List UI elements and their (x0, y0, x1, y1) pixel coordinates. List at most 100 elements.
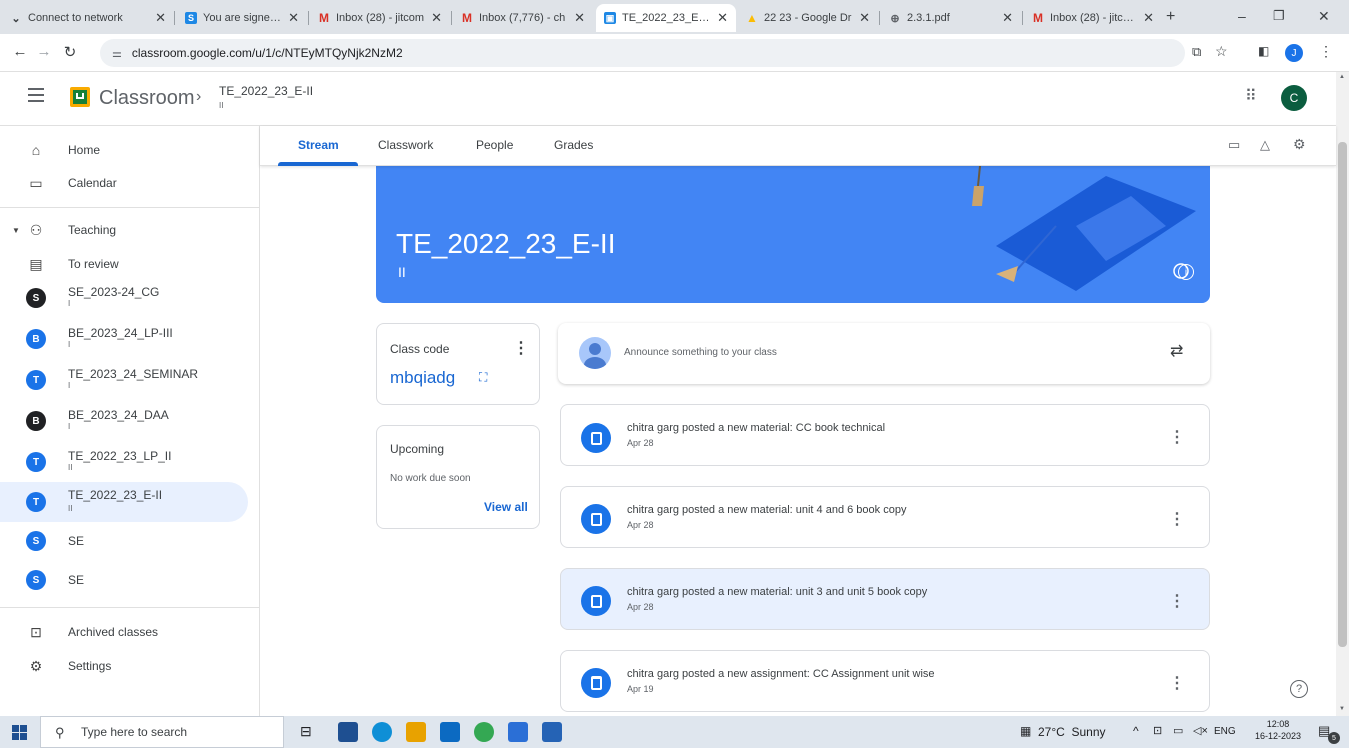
stream-post[interactable]: chitra garg posted a new assignment: CC … (560, 650, 1210, 712)
sidebar-class-item[interactable]: T TE_2022_23_LP_II II (0, 444, 248, 480)
view-all-link[interactable]: View all (484, 500, 528, 514)
browser-tab[interactable]: ⌄ Connect to network ✕ (2, 4, 174, 32)
chrome-icon[interactable] (474, 722, 494, 742)
sidebar-class-item[interactable]: B BE_2023_24_DAA I (0, 403, 248, 439)
app-name[interactable]: Classroom (99, 87, 195, 110)
browser-tab[interactable]: M Inbox (7,776) - ch ✕ (453, 4, 593, 32)
mail-icon[interactable] (440, 722, 460, 742)
expand-arrow-icon[interactable]: ▼ (12, 226, 20, 235)
new-tab-icon[interactable]: + (1166, 8, 1175, 26)
announce-box[interactable]: Announce something to your class ⇄ (558, 323, 1210, 384)
upcoming-label: Upcoming (390, 442, 445, 456)
cast-icon[interactable]: ⧉ (1192, 44, 1201, 60)
sidebar-item-home[interactable]: ⌂ Home (0, 132, 248, 168)
browser-tab-active[interactable]: ▣ TE_2022_23_E-II II ✕ (596, 4, 736, 32)
tab-classwork[interactable]: Classwork (378, 138, 433, 152)
minimize-icon[interactable]: – (1238, 8, 1246, 24)
tab-stream[interactable]: Stream (298, 138, 339, 152)
post-menu-icon[interactable]: ⋮ (1169, 427, 1185, 447)
browser-tab[interactable]: ▲ 22 23 - Google Dr ✕ (738, 4, 878, 32)
sidebar-item-settings[interactable]: ⚙ Settings (0, 648, 248, 684)
post-menu-icon[interactable]: ⋮ (1169, 591, 1185, 611)
sidebar-item-teaching[interactable]: ▼ ⚇ Teaching (0, 212, 248, 248)
file-explorer-icon[interactable] (406, 722, 426, 742)
reload-icon[interactable]: ↻ (60, 43, 80, 61)
windows-start-icon[interactable] (12, 725, 27, 740)
forward-icon[interactable]: → (34, 43, 54, 60)
sidebar-item-calendar[interactable]: ▭ Calendar (0, 165, 248, 201)
battery-icon[interactable]: ▭ (1173, 724, 1183, 737)
close-icon[interactable]: ✕ (1002, 10, 1013, 26)
breadcrumb-class-name[interactable]: TE_2022_23_E-II (219, 84, 313, 98)
account-avatar[interactable]: C (1281, 85, 1307, 111)
browser-tab[interactable]: S You are signed in ✕ (177, 4, 307, 32)
sidebar-class-item[interactable]: T TE_2023_24_SEMINAR I (0, 362, 248, 398)
post-menu-icon[interactable]: ⋮ (1169, 509, 1185, 529)
language-indicator[interactable]: ENG (1214, 726, 1236, 737)
page-scrollbar[interactable]: ▲ ▼ (1336, 72, 1349, 716)
close-icon[interactable]: ✕ (859, 10, 870, 26)
class-settings-icon[interactable]: ⚙ (1293, 136, 1306, 153)
stream-post[interactable]: chitra garg posted a new material: unit … (560, 486, 1210, 548)
browser-tab[interactable]: M Inbox (28) - jitcom ✕ (1024, 4, 1162, 32)
close-icon[interactable]: ✕ (717, 10, 728, 26)
weather-text[interactable]: 27°C Sunny (1038, 725, 1106, 739)
classroom-logo-icon[interactable] (70, 87, 90, 107)
stream-post-hovered[interactable]: chitra garg posted a new material: unit … (560, 568, 1210, 630)
edge-icon[interactable] (372, 722, 392, 742)
app-icon[interactable] (542, 722, 562, 742)
close-icon[interactable]: ✕ (574, 10, 585, 26)
scrollbar-thumb[interactable] (1338, 142, 1347, 647)
sidebar-class-item-selected[interactable]: T TE_2022_23_E-II II (0, 482, 248, 522)
drive-folder-icon[interactable]: △ (1260, 137, 1270, 153)
profile-avatar[interactable]: J (1285, 44, 1303, 62)
post-menu-icon[interactable]: ⋮ (1169, 673, 1185, 693)
network-icon[interactable]: ⊡ (1153, 724, 1162, 737)
apps-grid-icon[interactable]: ⠿ (1245, 86, 1257, 106)
close-icon[interactable]: ✕ (155, 10, 166, 26)
app-icon[interactable] (508, 722, 528, 742)
url-bar[interactable]: ⚌ classroom.google.com/u/1/c/NTEyMTQyNjk… (100, 39, 1185, 67)
restore-icon[interactable]: ❐ (1273, 8, 1285, 24)
sidebar-item-archived[interactable]: ⊡ Archived classes (0, 614, 248, 650)
class-name: BE_2023_24_DAA (68, 408, 169, 422)
close-icon[interactable]: ✕ (288, 10, 299, 26)
browser-tab[interactable]: M Inbox (28) - jitcom ✕ (310, 4, 450, 32)
fullscreen-icon[interactable]: ⛶ (479, 370, 487, 385)
scroll-down-icon[interactable]: ▼ (1339, 706, 1345, 712)
taskbar-search-box[interactable]: ⚲ Type here to search (40, 716, 284, 748)
task-view-icon[interactable]: ⊟ (300, 723, 312, 740)
notification-count-badge: 5 (1328, 732, 1340, 744)
scroll-up-icon[interactable]: ▲ (1339, 74, 1345, 80)
sidebar-class-item[interactable]: S SE (0, 562, 248, 598)
news-widget-icon[interactable]: ▦ (1020, 724, 1031, 738)
info-icon[interactable]: i (1178, 264, 1194, 280)
class-code-menu-icon[interactable]: ⋮ (513, 338, 529, 358)
site-settings-icon[interactable]: ⚌ (112, 47, 122, 60)
close-icon[interactable]: ✕ (1143, 10, 1154, 26)
announce-placeholder: Announce something to your class (624, 347, 777, 358)
reuse-post-icon[interactable]: ⇄ (1170, 341, 1183, 361)
sidebar-class-item[interactable]: B BE_2023_24_LP-III I (0, 321, 248, 357)
tab-grades[interactable]: Grades (554, 138, 593, 152)
menu-kebab-icon[interactable]: ⋮ (1319, 43, 1333, 60)
bookmark-star-icon[interactable]: ☆ (1215, 43, 1228, 60)
class-name: TE_2022_23_E-II (68, 488, 163, 502)
tray-chevron-icon[interactable]: ^ (1133, 724, 1139, 738)
calendar-icon[interactable]: ▭ (1228, 137, 1240, 153)
tab-people[interactable]: People (476, 138, 513, 152)
back-icon[interactable]: ← (10, 43, 30, 60)
close-window-icon[interactable]: ✕ (1318, 8, 1330, 25)
close-icon[interactable]: ✕ (431, 10, 442, 26)
sidebar-class-item[interactable]: S SE_2023-24_CG I (0, 280, 248, 316)
browser-tab[interactable]: ⊕ 2.3.1.pdf ✕ (881, 4, 1021, 32)
main-menu-icon[interactable] (28, 88, 44, 102)
sidebar-item-to-review[interactable]: ▤ To review (0, 246, 248, 282)
speaker-muted-icon[interactable]: ◁× (1193, 724, 1208, 737)
clock[interactable]: 12:08 16-12-2023 (1249, 719, 1307, 741)
sidebar-class-item[interactable]: S SE (0, 523, 248, 559)
store-icon[interactable] (338, 722, 358, 742)
side-panel-icon[interactable]: ◧ (1258, 44, 1269, 58)
stream-post[interactable]: chitra garg posted a new material: CC bo… (560, 404, 1210, 466)
help-icon[interactable]: ? (1290, 680, 1308, 698)
